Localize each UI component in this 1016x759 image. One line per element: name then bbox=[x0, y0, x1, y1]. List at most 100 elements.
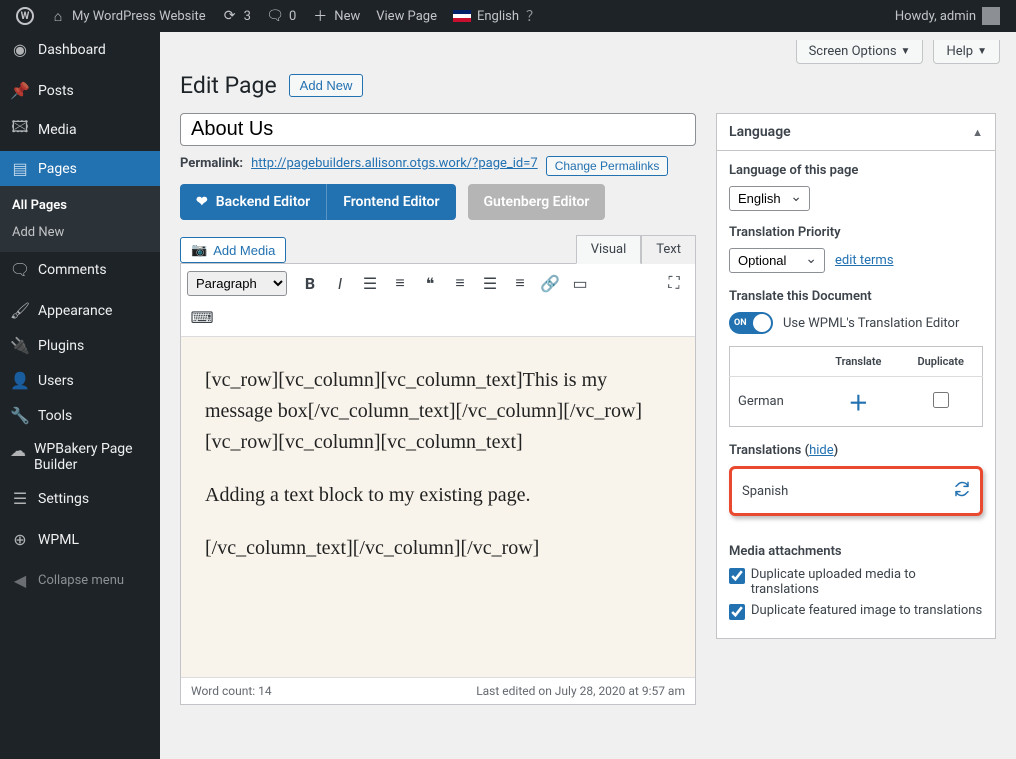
duplicate-german-checkbox[interactable] bbox=[933, 392, 949, 408]
language-metabox-toggle[interactable]: Language ▲ bbox=[717, 114, 995, 151]
collapse-icon: ◀ bbox=[10, 571, 30, 590]
translate-german-button[interactable]: ＋ bbox=[848, 391, 868, 415]
th-translate: Translate bbox=[817, 347, 899, 377]
fullscreen-button[interactable]: ⛶ bbox=[659, 268, 689, 298]
media-opt2-text: Duplicate featured image to translations bbox=[751, 603, 982, 618]
change-permalinks-button[interactable]: Change Permalinks bbox=[546, 156, 669, 176]
language-switcher[interactable]: English ？ bbox=[445, 0, 549, 32]
my-account-link[interactable]: Howdy, admin bbox=[887, 0, 1008, 32]
help-toggle[interactable]: Help ▼ bbox=[933, 40, 1000, 64]
menu-dashboard[interactable]: ◉ Dashboard bbox=[0, 32, 160, 67]
new-content-link[interactable]: ＋ New bbox=[304, 0, 368, 32]
comment-icon: 🗨 bbox=[10, 260, 30, 279]
submenu-all-pages[interactable]: All Pages bbox=[0, 192, 160, 219]
menu-label: Plugins bbox=[38, 338, 84, 354]
page-language-select[interactable]: English bbox=[729, 186, 810, 211]
wp-logo-menu[interactable]: W bbox=[8, 0, 42, 32]
media-opt2-label[interactable]: Duplicate featured image to translations bbox=[729, 603, 983, 620]
menu-label: WPML bbox=[38, 532, 79, 548]
menu-wpml[interactable]: ⊕ WPML bbox=[0, 522, 160, 557]
toolbar-toggle-button[interactable]: ⌨ bbox=[187, 302, 217, 332]
translate-row-german: German ＋ bbox=[730, 377, 983, 427]
wrench-icon: 🔧 bbox=[10, 406, 30, 425]
add-media-button[interactable]: 📷 Add Media bbox=[180, 237, 286, 263]
priority-select[interactable]: Optional bbox=[729, 248, 825, 273]
menu-label: WPBakery Page Builder bbox=[34, 441, 150, 473]
gutenberg-editor-button[interactable]: Gutenberg Editor bbox=[468, 184, 606, 220]
camera-icon: 📷 bbox=[191, 242, 207, 258]
site-name-link[interactable]: ⌂ My WordPress Website bbox=[42, 0, 214, 32]
align-right-button[interactable]: ≡ bbox=[505, 268, 535, 298]
bullet-list-button[interactable]: ☰ bbox=[355, 268, 385, 298]
add-new-button[interactable]: Add New bbox=[289, 74, 364, 97]
help-icon: ？ bbox=[525, 6, 541, 26]
refresh-icon[interactable] bbox=[954, 481, 970, 501]
read-more-button[interactable]: ▭ bbox=[565, 268, 595, 298]
menu-posts[interactable]: 📌 Posts bbox=[0, 73, 160, 108]
post-title-input[interactable] bbox=[180, 113, 696, 146]
updates-link[interactable]: ⟳ 3 bbox=[214, 0, 259, 32]
align-left-button[interactable]: ≡ bbox=[445, 268, 475, 298]
visual-tab[interactable]: Visual bbox=[576, 235, 642, 264]
backend-editor-button[interactable]: ❤ Backend Editor bbox=[180, 184, 326, 220]
menu-media[interactable]: 🖾 Media bbox=[0, 108, 160, 151]
quote-button[interactable]: ❝ bbox=[415, 268, 445, 298]
menu-settings[interactable]: ☰ Settings bbox=[0, 481, 160, 516]
link-button[interactable]: 🔗 bbox=[535, 268, 565, 298]
align-center-button[interactable]: ☰ bbox=[475, 268, 505, 298]
home-icon: ⌂ bbox=[50, 8, 66, 25]
new-label: New bbox=[334, 9, 360, 24]
submenu-add-new[interactable]: Add New bbox=[0, 219, 160, 246]
menu-label: Appearance bbox=[38, 303, 112, 319]
user-icon: 👤 bbox=[10, 371, 30, 390]
wordpress-logo-icon: W bbox=[16, 7, 34, 25]
content-p1: [vc_row][vc_column][vc_column_text]This … bbox=[205, 365, 671, 458]
menu-label: Dashboard bbox=[38, 42, 106, 58]
menu-wpbakery[interactable]: ☁ WPBakery Page Builder bbox=[0, 433, 160, 481]
translation-row-spanish[interactable]: Spanish bbox=[729, 466, 983, 516]
bold-button[interactable]: B bbox=[295, 268, 325, 298]
update-icon: ⟳ bbox=[222, 8, 238, 24]
menu-users[interactable]: 👤 Users bbox=[0, 363, 160, 398]
menu-appearance[interactable]: 🖌 Appearance bbox=[0, 293, 160, 328]
dashboard-icon: ◉ bbox=[10, 40, 30, 59]
edit-terms-link[interactable]: edit terms bbox=[835, 253, 894, 268]
translation-editor-toggle[interactable]: ON bbox=[729, 312, 773, 334]
plus-icon: ＋ bbox=[312, 6, 328, 26]
permalink-url[interactable]: http://pagebuilders.allisonr.otgs.work/?… bbox=[251, 156, 538, 171]
frontend-editor-button[interactable]: Frontend Editor bbox=[326, 184, 455, 220]
page-icon: ▤ bbox=[10, 159, 30, 178]
menu-comments[interactable]: 🗨 Comments bbox=[0, 252, 160, 287]
language-label: English bbox=[477, 9, 519, 24]
menu-tools[interactable]: 🔧 Tools bbox=[0, 398, 160, 433]
menu-label: Media bbox=[38, 122, 77, 138]
help-label: Help bbox=[946, 44, 973, 59]
howdy-text: Howdy, admin bbox=[895, 9, 976, 24]
screen-options-toggle[interactable]: Screen Options ▼ bbox=[796, 40, 924, 64]
numbered-list-button[interactable]: ≡ bbox=[385, 268, 415, 298]
menu-plugins[interactable]: 🔌 Plugins bbox=[0, 328, 160, 363]
view-page-label: View Page bbox=[376, 9, 437, 24]
paragraph-select[interactable]: Paragraph bbox=[187, 271, 287, 296]
admin-sidebar: ◉ Dashboard 📌 Posts 🖾 Media ▤ Pages All … bbox=[0, 32, 160, 759]
submenu-pages: All Pages Add New bbox=[0, 186, 160, 252]
media-opt1-text: Duplicate uploaded media to translations bbox=[751, 567, 983, 597]
editor-status-bar: Word count: 14 Last edited on July 28, 2… bbox=[181, 677, 695, 704]
admin-bar: W ⌂ My WordPress Website ⟳ 3 🗨 0 ＋ New V… bbox=[0, 0, 1016, 32]
language-title: Language bbox=[729, 124, 791, 140]
text-tab[interactable]: Text bbox=[641, 235, 696, 264]
globe-icon: ⊕ bbox=[10, 530, 30, 549]
toggle-on-text: ON bbox=[734, 318, 747, 328]
content-editor[interactable]: [vc_row][vc_column][vc_column_text]This … bbox=[181, 337, 695, 677]
media-opt1-label[interactable]: Duplicate uploaded media to translations bbox=[729, 567, 983, 597]
comments-link[interactable]: 🗨 0 bbox=[259, 0, 304, 32]
view-page-link[interactable]: View Page bbox=[368, 0, 445, 32]
duplicate-media-checkbox[interactable] bbox=[729, 568, 745, 584]
hide-translations-link[interactable]: hide bbox=[809, 443, 834, 458]
media-icon: 🖾 bbox=[10, 116, 30, 143]
italic-button[interactable]: I bbox=[325, 268, 355, 298]
duplicate-featured-checkbox[interactable] bbox=[729, 604, 745, 620]
menu-pages[interactable]: ▤ Pages bbox=[0, 151, 160, 186]
collapse-menu[interactable]: ◀ Collapse menu bbox=[0, 563, 160, 598]
toggle-label: Use WPML's Translation Editor bbox=[783, 316, 959, 331]
